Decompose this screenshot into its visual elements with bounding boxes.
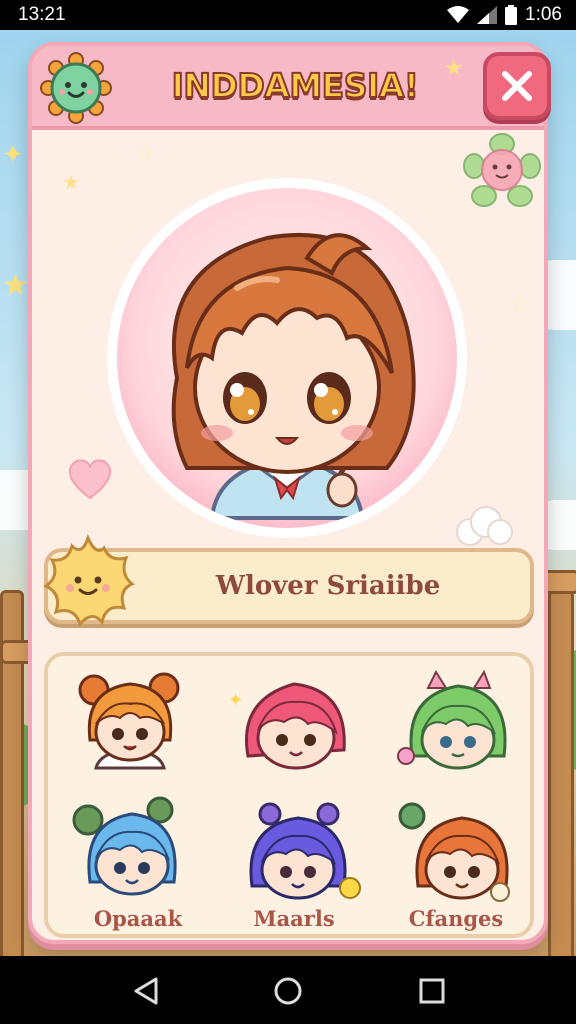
pink-hair-girl-avatar: ✦ [228, 682, 346, 770]
status-bar: 13:21 1:06 [0, 0, 576, 30]
home-circle-icon[interactable] [273, 976, 303, 1006]
blue-hair-girl-avatar [72, 796, 177, 896]
star-icon: ★ [62, 170, 80, 194]
character-label-opaaak: Opaaak [93, 906, 183, 931]
orange-bun-girl-avatar [78, 672, 180, 770]
system-nav-bar [0, 956, 576, 1024]
character-label-maarls: Maarls [253, 906, 335, 931]
wifi-icon [447, 6, 470, 23]
star-icon: ☆ [134, 138, 156, 166]
dialog-title: INDDAMESIA! [171, 65, 420, 106]
heart-icon [68, 459, 112, 500]
fence-post [548, 590, 574, 956]
back-triangle-icon[interactable] [132, 976, 160, 1006]
status-icons: 1:06 [447, 4, 562, 26]
battery-icon [505, 5, 518, 25]
character-option-orange-bun[interactable] [60, 660, 210, 790]
dialog-header: INDDAMESIA! [32, 46, 551, 130]
character-portrait [107, 178, 467, 538]
purple-hair-girl-avatar [249, 802, 361, 900]
sun-face-icon [40, 52, 112, 124]
status-time: 13:21 [18, 4, 66, 25]
close-icon [502, 71, 532, 101]
character-dialog: INDDAMESIA! ☆ ★ ☆ ★ Wlover Sriaiibe ✦ Op… [28, 42, 551, 944]
recents-square-icon[interactable] [418, 976, 446, 1006]
portrait-frame [117, 188, 457, 528]
character-grid: ✦ Opaaak Maarls Cfanges [44, 652, 534, 938]
status-clock: 1:06 [525, 4, 562, 25]
star-icon: ★ [444, 56, 464, 81]
star-face-icon [43, 534, 135, 627]
signal-icon [477, 6, 498, 24]
close-button[interactable] [483, 52, 551, 120]
green-hair-girl-avatar [397, 669, 507, 770]
cloud-puff-icon [456, 506, 513, 546]
character-label-cfanges: Cfanges [408, 906, 504, 931]
star-icon: ★ [2, 268, 29, 303]
flower-face-icon [463, 133, 541, 207]
character-option-pink[interactable]: ✦ [218, 660, 368, 790]
character-option-purple[interactable] [218, 792, 368, 922]
star-icon: ☆ [510, 292, 528, 316]
character-option-orange[interactable] [378, 792, 528, 922]
svg-text:✦: ✦ [228, 690, 243, 711]
character-name: Wlover Sriaiibe [215, 571, 441, 601]
orange-hair-girl-avatar [398, 802, 510, 902]
chibi-girl-portrait [171, 232, 416, 520]
character-option-green[interactable] [378, 660, 528, 790]
character-option-blue[interactable] [60, 792, 210, 922]
star-icon: ✦ [2, 140, 24, 170]
